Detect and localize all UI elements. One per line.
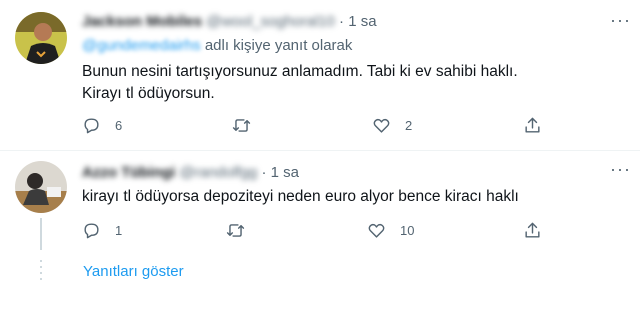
user-handle[interactable]: @randolfgg: [179, 164, 257, 181]
retweet-button[interactable]: [226, 221, 259, 240]
thread-dots: [40, 260, 42, 284]
like-count: 10: [400, 223, 415, 238]
tweet-text: kirayı tl ödüyorsa depoziteyi neden euro…: [82, 188, 519, 205]
reply-button[interactable]: 1: [82, 221, 122, 240]
thread-line: [40, 218, 42, 250]
share-button[interactable]: [523, 116, 542, 135]
like-button[interactable]: 10: [367, 221, 414, 240]
like-icon: [368, 223, 385, 238]
tweet-1[interactable]: Jackson Mobiles @wool_soghoral10 · 1 sa …: [0, 0, 640, 150]
retweet-icon: [226, 224, 245, 237]
reply-count: 6: [115, 118, 123, 133]
share-button[interactable]: [523, 221, 542, 240]
retweet-button[interactable]: [232, 116, 265, 135]
reply-count: 1: [115, 223, 123, 238]
more-icon[interactable]: ···: [610, 10, 631, 31]
timestamp[interactable]: 1 sa: [271, 164, 299, 181]
display-name[interactable]: Azzo Tübingi: [82, 164, 175, 181]
avatar[interactable]: [15, 12, 67, 64]
tweet-2[interactable]: Azzo Tübingi @randolfgg · 1 sa ··· kiray…: [0, 151, 640, 251]
reply-to-line: @gundemedairhs adlı kişiye yanıt olarak: [82, 37, 352, 54]
reply-button[interactable]: 6: [82, 116, 122, 135]
tweet-header: Jackson Mobiles @wool_soghoral10 · 1 sa: [82, 13, 377, 30]
retweet-icon: [232, 119, 251, 132]
tweet-text: Bunun nesini tartışıyorsunuz anlamadım. …: [82, 63, 518, 102]
reply-to-suffix: adlı kişiye yanıt olarak: [204, 37, 353, 54]
like-button[interactable]: 2: [372, 116, 412, 135]
separator: ·: [261, 164, 267, 181]
share-icon: [525, 222, 540, 238]
more-icon[interactable]: ···: [610, 159, 631, 180]
like-count: 2: [405, 118, 413, 133]
avatar[interactable]: [15, 161, 67, 213]
share-icon: [525, 117, 540, 133]
tweet-header: Azzo Tübingi @randolfgg · 1 sa: [82, 164, 299, 181]
display-name[interactable]: Jackson Mobiles: [82, 13, 202, 30]
like-icon: [373, 118, 390, 133]
reply-to-handle[interactable]: @gundemedairhs: [82, 37, 201, 54]
reply-icon: [84, 118, 99, 134]
user-handle[interactable]: @wool_soghoral10: [206, 13, 335, 30]
reply-icon: [84, 223, 99, 239]
separator: ·: [339, 13, 345, 30]
show-replies-link[interactable]: Yanıtları göster: [83, 263, 184, 280]
timestamp[interactable]: 1 sa: [348, 13, 376, 30]
